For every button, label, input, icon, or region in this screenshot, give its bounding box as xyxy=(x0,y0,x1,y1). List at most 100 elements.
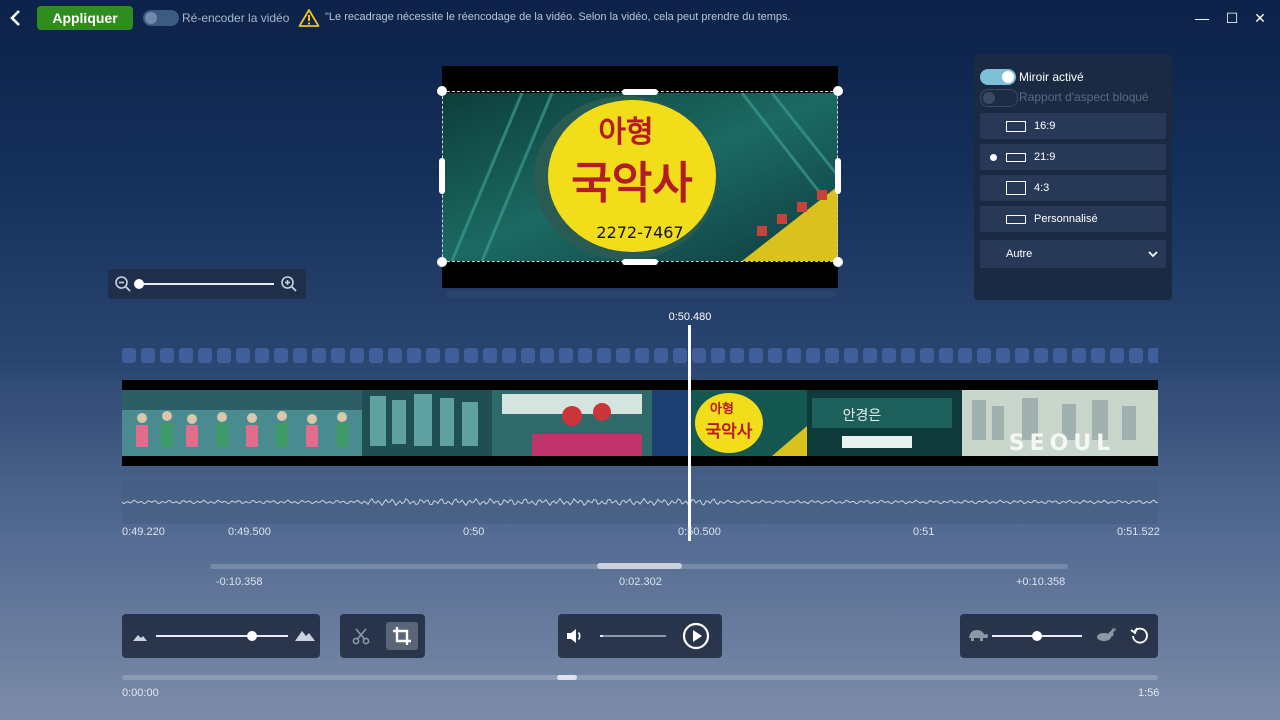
thumb-sign-main-text: 국악사 xyxy=(706,422,753,442)
range-scrollbar-thumb[interactable] xyxy=(597,563,682,569)
frame-marker xyxy=(540,348,554,363)
frame-marker xyxy=(787,348,801,363)
mirror-toggle[interactable] xyxy=(980,69,1016,85)
mirror-label: Miroir activé xyxy=(1019,70,1084,84)
zoom-slider[interactable] xyxy=(138,283,274,285)
frame-marker xyxy=(1034,348,1048,363)
crop-handle-top-right[interactable] xyxy=(833,86,843,96)
frame-marker xyxy=(692,348,706,363)
reset-icon[interactable] xyxy=(1130,626,1150,651)
crop-tool-button[interactable] xyxy=(386,622,418,650)
frame-marker xyxy=(331,348,345,363)
crop-frame[interactable] xyxy=(442,91,838,262)
scissors-icon[interactable] xyxy=(352,627,370,650)
ratio-option-21-9[interactable]: 21:9 xyxy=(980,144,1166,170)
crop-handle-bottom-right[interactable] xyxy=(833,257,843,267)
minimize-icon[interactable]: — xyxy=(1192,8,1212,28)
frame-marker xyxy=(863,348,877,363)
volume-slider[interactable] xyxy=(600,635,666,637)
ratio-label: Personnalisé xyxy=(1034,213,1098,225)
audio-waveform xyxy=(121,480,1159,524)
frame-markers xyxy=(122,348,1158,364)
zoom-out-icon[interactable] xyxy=(114,275,132,298)
crop-handle-top-left[interactable] xyxy=(437,86,447,96)
ratio-16-9-icon xyxy=(1006,121,1026,132)
frame-marker xyxy=(578,348,592,363)
thumb-sign-top-text: 아형 xyxy=(710,401,734,417)
frame-marker xyxy=(217,348,231,363)
thumbnail-strip[interactable]: 아형 국악사 안경은 SEOUL xyxy=(122,380,1158,466)
frame-marker xyxy=(616,348,630,363)
frame-marker xyxy=(483,348,497,363)
frame-marker xyxy=(559,348,573,363)
ratio-option-16-9[interactable]: 16:9 xyxy=(980,113,1166,139)
contrast-slider[interactable] xyxy=(156,635,288,637)
speed-control xyxy=(960,614,1158,658)
frame-marker xyxy=(844,348,858,363)
frame-marker xyxy=(996,348,1010,363)
timeline-tick: 0:50.500 xyxy=(678,526,721,538)
frame-marker xyxy=(1091,348,1105,363)
maximize-icon[interactable]: ☐ xyxy=(1222,8,1242,28)
apply-button[interactable]: Appliquer xyxy=(37,6,133,30)
frame-marker xyxy=(1015,348,1029,363)
other-ratio-value: Autre xyxy=(1006,248,1033,260)
frame-marker xyxy=(806,348,820,363)
frame-marker xyxy=(179,348,193,363)
frame-marker xyxy=(426,348,440,363)
playhead[interactable] xyxy=(688,325,691,541)
crop-handle-bottom[interactable] xyxy=(622,259,658,265)
timeline-tick: 0:51.522 xyxy=(1117,526,1160,538)
range-center-label: 0:02.302 xyxy=(619,576,662,588)
zoom-slider-knob[interactable] xyxy=(134,279,144,289)
reencode-toggle[interactable] xyxy=(143,10,179,26)
rabbit-icon xyxy=(1094,627,1117,647)
frame-marker xyxy=(730,348,744,363)
preview-scrollbar[interactable] xyxy=(446,291,836,297)
turtle-icon xyxy=(966,628,988,647)
contrast-slider-knob[interactable] xyxy=(247,631,258,641)
volume-icon[interactable] xyxy=(566,628,584,649)
duration: 1:56 xyxy=(1138,687,1160,699)
zoom-control xyxy=(108,269,306,299)
frame-marker xyxy=(464,348,478,363)
frame-marker xyxy=(236,348,250,363)
frame-marker xyxy=(654,348,668,363)
main-scrub-thumb[interactable] xyxy=(557,675,578,680)
crop-handle-left[interactable] xyxy=(439,158,445,194)
frame-marker xyxy=(673,348,687,363)
frame-marker xyxy=(635,348,649,363)
main-scrub-bar[interactable] xyxy=(122,675,1158,680)
back-icon[interactable] xyxy=(6,8,26,28)
playhead-time: 0:50.480 xyxy=(668,311,712,323)
frame-marker xyxy=(825,348,839,363)
ratio-4-3-icon xyxy=(1006,181,1026,195)
crop-handle-bottom-left[interactable] xyxy=(437,257,447,267)
zoom-in-icon[interactable] xyxy=(280,275,298,298)
timeline-tick: 0:49.220 xyxy=(122,526,165,538)
crop-handle-top[interactable] xyxy=(622,89,658,95)
timeline-tick: 0:49.500 xyxy=(228,526,271,538)
reencode-label: Ré-encoder la vidéo xyxy=(182,11,290,25)
frame-marker xyxy=(1110,348,1124,363)
close-icon[interactable]: ✕ xyxy=(1250,8,1270,28)
other-ratio-select[interactable]: Autre xyxy=(980,240,1166,268)
frame-marker xyxy=(388,348,402,363)
edit-tools xyxy=(340,614,425,658)
play-icon[interactable] xyxy=(682,622,710,655)
playback-control xyxy=(558,614,722,658)
frame-marker xyxy=(350,348,364,363)
frame-marker xyxy=(274,348,288,363)
crop-handle-right[interactable] xyxy=(835,158,841,194)
ratio-option-custom[interactable]: Personnalisé xyxy=(980,206,1166,232)
aspect-lock-toggle[interactable] xyxy=(980,89,1018,107)
range-left-label: -0:10.358 xyxy=(216,576,263,588)
ratio-option-4-3[interactable]: 4:3 xyxy=(980,175,1166,201)
frame-marker xyxy=(312,348,326,363)
aspect-lock-label: Rapport d'aspect bloqué xyxy=(1019,90,1149,104)
mountain-small-icon xyxy=(132,630,148,648)
thumb-shop-text: 안경은 xyxy=(843,408,882,424)
frame-marker xyxy=(160,348,174,363)
speed-slider-knob[interactable] xyxy=(1032,631,1042,641)
selected-dot-icon xyxy=(990,154,997,161)
